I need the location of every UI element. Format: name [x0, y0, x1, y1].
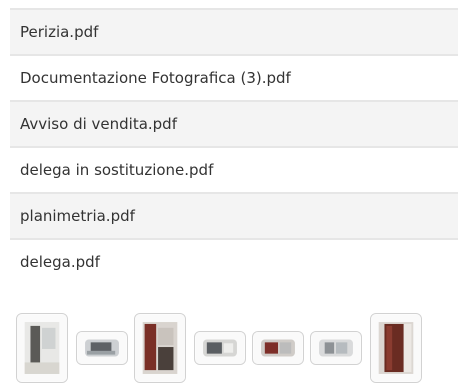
photo-thumbnail-icon: [371, 314, 421, 382]
document-label[interactable]: Perizia.pdf: [20, 23, 98, 41]
document-link-planimetria[interactable]: planimetria.pdf: [10, 192, 458, 238]
gallery-thumbnail-2[interactable]: [76, 331, 128, 365]
gallery-thumbnail-1[interactable]: [16, 313, 68, 383]
document-label[interactable]: Documentazione Fotografica (3).pdf: [20, 69, 291, 87]
photo-thumbnail-icon: [195, 332, 245, 364]
document-link-delega[interactable]: delega.pdf: [10, 238, 458, 284]
document-label[interactable]: Avviso di vendita.pdf: [20, 115, 177, 133]
document-link-delega-in-sostituzione[interactable]: delega in sostituzione.pdf: [10, 146, 458, 192]
gallery-thumbnail-7[interactable]: [370, 313, 422, 383]
document-link-documentazione-fotografica[interactable]: Documentazione Fotografica (3).pdf: [10, 54, 458, 100]
document-link-perizia[interactable]: Perizia.pdf: [10, 8, 458, 54]
photo-gallery: [16, 313, 456, 385]
gallery-thumbnail-6[interactable]: [310, 331, 362, 365]
photo-thumbnail-icon: [253, 332, 303, 364]
gallery-thumbnail-3[interactable]: [134, 313, 186, 383]
photo-thumbnail-icon: [17, 314, 67, 382]
document-label[interactable]: delega in sostituzione.pdf: [20, 161, 213, 179]
gallery-thumbnail-4[interactable]: [194, 331, 246, 365]
gallery-thumbnail-5[interactable]: [252, 331, 304, 365]
photo-thumbnail-icon: [77, 332, 127, 364]
document-label[interactable]: delega.pdf: [20, 253, 100, 271]
photo-thumbnail-icon: [135, 314, 185, 382]
document-label[interactable]: planimetria.pdf: [20, 207, 135, 225]
document-list: Perizia.pdf Documentazione Fotografica (…: [10, 8, 458, 284]
document-link-avviso-di-vendita[interactable]: Avviso di vendita.pdf: [10, 100, 458, 146]
photo-thumbnail-icon: [311, 332, 361, 364]
